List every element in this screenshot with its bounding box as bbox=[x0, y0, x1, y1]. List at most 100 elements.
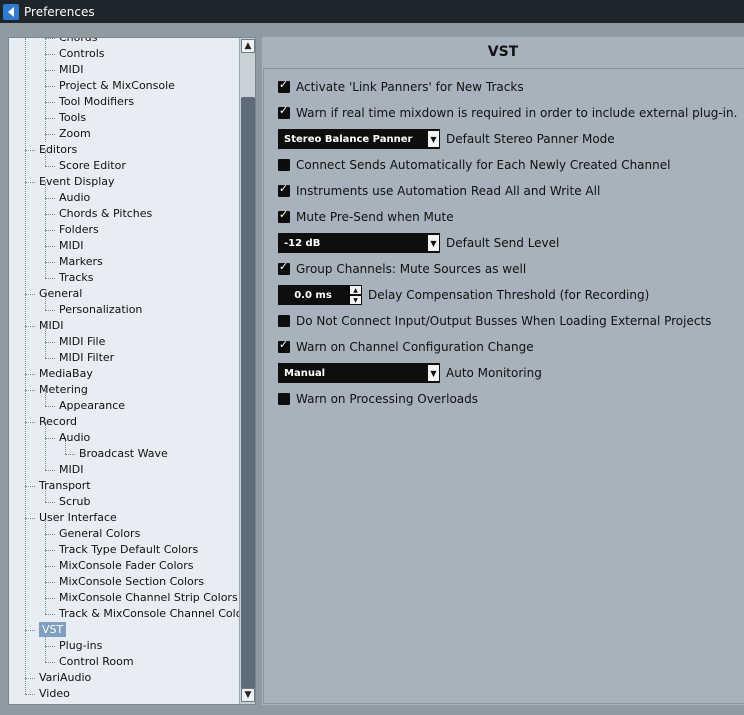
tree-item[interactable]: Audio bbox=[59, 190, 90, 206]
tree-line bbox=[45, 614, 55, 615]
tree-item[interactable]: Metering bbox=[39, 382, 88, 398]
tree-item[interactable]: Scrub bbox=[59, 494, 91, 510]
warn-channel-config-checkbox[interactable] bbox=[278, 338, 290, 353]
chevron-down-icon[interactable]: ▼ bbox=[427, 364, 440, 382]
tree-item[interactable]: VariAudio bbox=[39, 670, 91, 686]
tree-item[interactable]: User Interface bbox=[39, 510, 117, 526]
send-level-dropdown[interactable]: -12 dB ▼ bbox=[278, 233, 440, 253]
tree-item-label: MIDI bbox=[39, 319, 64, 332]
no-connect-busses-option[interactable]: Do Not Connect Input/Output Busses When … bbox=[278, 312, 711, 330]
tree-item[interactable]: Tools bbox=[59, 110, 86, 126]
warn-realtime-option[interactable]: Warn if real time mixdown is required in… bbox=[278, 104, 737, 122]
tree-item[interactable]: MIDI Filter bbox=[59, 350, 114, 366]
no-connect-busses-checkbox[interactable] bbox=[278, 315, 290, 327]
instruments-automation-checkbox[interactable] bbox=[278, 182, 290, 197]
tree-item[interactable]: MIDI bbox=[59, 238, 83, 254]
stereo-panner-dropdown[interactable]: Stereo Balance Panner ▼ bbox=[278, 129, 440, 149]
tree-item[interactable]: Audio bbox=[59, 430, 90, 446]
tree-item[interactable]: Tool Modifiers bbox=[59, 94, 134, 110]
tree-line bbox=[25, 38, 26, 694]
tree-item[interactable]: MixConsole Fader Colors bbox=[59, 558, 194, 574]
instruments-automation-option[interactable]: Instruments use Automation Read All and … bbox=[278, 182, 600, 200]
send-level-value: -12 dB bbox=[284, 237, 321, 249]
tree-line bbox=[45, 646, 55, 647]
chevron-down-icon[interactable]: ▼ bbox=[241, 688, 255, 702]
tree-item-label: Markers bbox=[59, 255, 103, 268]
warn-overloads-checkbox[interactable] bbox=[278, 393, 290, 405]
connect-sends-checkbox[interactable] bbox=[278, 159, 290, 171]
tree-item-label: MixConsole Channel Strip Colors bbox=[59, 591, 238, 604]
app-icon[interactable] bbox=[3, 3, 19, 20]
tree-line bbox=[25, 294, 35, 295]
tree-item[interactable]: Controls bbox=[59, 46, 105, 62]
warn-realtime-checkbox[interactable] bbox=[278, 104, 290, 119]
tree-item[interactable]: Tracks bbox=[59, 270, 94, 286]
tree-item-label: Tracks bbox=[59, 271, 94, 284]
tree-item[interactable]: Plug-ins bbox=[59, 638, 102, 654]
chevron-up-icon[interactable]: ▲ bbox=[350, 286, 361, 294]
mute-presend-option[interactable]: Mute Pre-Send when Mute bbox=[278, 208, 454, 226]
chevron-down-icon[interactable]: ▼ bbox=[350, 296, 361, 304]
tree-item[interactable]: MIDI bbox=[59, 462, 83, 478]
tree-line bbox=[45, 134, 55, 135]
delay-comp-stepper[interactable]: 0.0 ms ▲ ▼ bbox=[278, 285, 362, 305]
scroll-thumb[interactable] bbox=[241, 97, 255, 689]
tree-item-label: VST bbox=[39, 622, 67, 637]
warn-channel-config-option[interactable]: Warn on Channel Configuration Change bbox=[278, 338, 534, 356]
tree-item[interactable]: Event Display bbox=[39, 174, 115, 190]
tree-item[interactable]: MIDI bbox=[39, 318, 63, 334]
tree-item-label: Appearance bbox=[59, 399, 126, 412]
tree-item[interactable]: General bbox=[39, 286, 82, 302]
tree-line bbox=[25, 518, 35, 519]
tree-item-label: Plug-ins bbox=[59, 639, 103, 652]
tree-item[interactable]: General Colors bbox=[59, 526, 140, 542]
chevron-up-icon[interactable]: ▲ bbox=[241, 39, 255, 53]
chevron-down-icon[interactable]: ▼ bbox=[427, 130, 440, 148]
tree-item[interactable]: MixConsole Section Colors bbox=[59, 574, 204, 590]
tree-line bbox=[25, 486, 35, 487]
tree-item[interactable]: Markers bbox=[59, 254, 103, 270]
tree-item[interactable]: Score Editor bbox=[59, 158, 126, 174]
tree-item[interactable]: Record bbox=[39, 414, 77, 430]
tree-item-label: Chords & Pitches bbox=[59, 207, 153, 220]
tree-item-label: Tools bbox=[59, 111, 87, 124]
tree-item[interactable]: Chords bbox=[59, 38, 97, 46]
group-mute-checkbox[interactable] bbox=[278, 260, 290, 275]
tree-line bbox=[25, 374, 35, 375]
tree-item[interactable]: Chords & Pitches bbox=[59, 206, 152, 222]
tree-item[interactable]: Track & MixConsole Channel Colors bbox=[59, 606, 253, 622]
tree-item[interactable]: MixConsole Channel Strip Colors bbox=[59, 590, 238, 606]
warn-overloads-option[interactable]: Warn on Processing Overloads bbox=[278, 390, 478, 408]
tree-item[interactable]: Video bbox=[39, 686, 70, 702]
tree-item[interactable]: Transport bbox=[39, 478, 91, 494]
tree-line bbox=[45, 358, 55, 359]
tree-item[interactable]: MIDI bbox=[59, 62, 83, 78]
tree-line bbox=[25, 182, 35, 183]
auto-monitoring-dropdown[interactable]: Manual ▼ bbox=[278, 363, 440, 383]
tree-item[interactable]: Zoom bbox=[59, 126, 91, 142]
tree-scrollbar[interactable]: ▲ ▼ bbox=[239, 38, 255, 704]
chevron-down-icon[interactable]: ▼ bbox=[427, 234, 440, 252]
tree-item[interactable]: MIDI File bbox=[59, 334, 105, 350]
tree-item[interactable]: Control Room bbox=[59, 654, 134, 670]
tree-line bbox=[25, 678, 35, 679]
tree-item[interactable]: Broadcast Wave bbox=[79, 446, 168, 462]
tree-item-label: Broadcast Wave bbox=[79, 447, 168, 460]
mute-presend-checkbox[interactable] bbox=[278, 208, 290, 223]
auto-monitoring-value: Manual bbox=[284, 367, 326, 379]
tree-item[interactable]: Folders bbox=[59, 222, 99, 238]
tree-item[interactable]: VST bbox=[39, 622, 67, 638]
tree-item[interactable]: MediaBay bbox=[39, 366, 93, 382]
tree-item[interactable]: Appearance bbox=[59, 398, 125, 414]
tree-item-label: Zoom bbox=[59, 127, 91, 140]
tree-item[interactable]: Editors bbox=[39, 142, 77, 158]
no-connect-busses-label: Do Not Connect Input/Output Busses When … bbox=[296, 314, 712, 328]
tree-item[interactable]: Track Type Default Colors bbox=[59, 542, 198, 558]
link-panners-option[interactable]: Activate 'Link Panners' for New Tracks bbox=[278, 78, 524, 96]
tree-item-label: MixConsole Section Colors bbox=[59, 575, 205, 588]
connect-sends-option[interactable]: Connect Sends Automatically for Each New… bbox=[278, 156, 670, 174]
link-panners-checkbox[interactable] bbox=[278, 78, 290, 93]
group-mute-option[interactable]: Group Channels: Mute Sources as well bbox=[278, 260, 526, 278]
tree-item[interactable]: Project & MixConsole bbox=[59, 78, 175, 94]
tree-item[interactable]: Personalization bbox=[59, 302, 142, 318]
